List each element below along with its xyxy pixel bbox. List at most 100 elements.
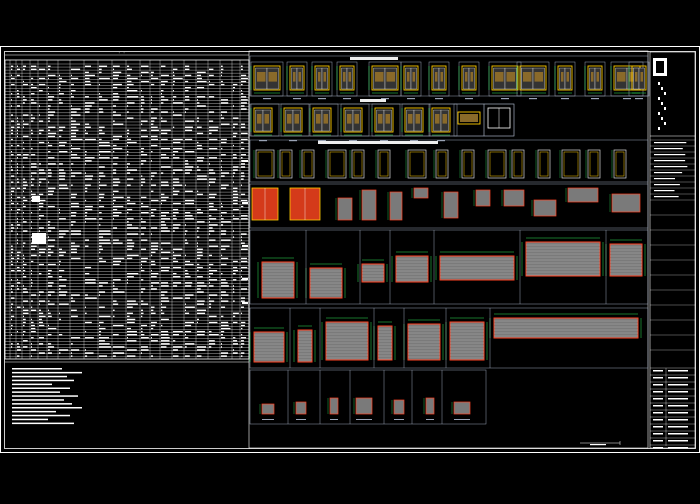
schedule-cell-text [39,202,44,205]
schedule-cell-text [23,190,24,193]
schedule-cell-text [197,221,205,223]
schedule-cell-text [161,212,170,214]
schedule-cell-text [99,68,102,71]
schedule-cell-text [39,83,46,86]
vertical-text-mark [661,87,663,90]
schedule-cell-text [48,65,51,67]
schedule-cell-text [221,327,231,330]
schedule-cell-text [161,80,168,83]
schedule-cell-text [221,218,224,220]
schedule-cell-text [31,68,37,71]
schedule-cell-text [209,279,218,281]
schedule-cell-text [127,276,134,278]
schedule-cell-text [59,276,62,278]
row-3-caption [318,141,438,144]
title-label [653,405,663,407]
schedule-cell-text [31,163,37,165]
schedule-cell-text [99,138,102,141]
schedule-cell-text [197,126,202,128]
schedule-cell-text [241,327,243,330]
schedule-cell-text [113,352,125,354]
schedule-cell-text [161,334,169,336]
schedule-cell-text [11,175,15,177]
schedule-cell-text [197,175,207,177]
schedule-cell-text [221,315,224,318]
schedule-cell-text [113,208,118,211]
schedule-cell-text [233,236,235,238]
schedule-cell-text [11,285,14,287]
schedule-cell-text [151,260,155,263]
schedule-cell-text [209,306,211,308]
schedule-cell-text [113,309,115,311]
schedule-cell-text [161,297,169,299]
schedule-cell-text [23,65,27,67]
small-window [355,397,373,415]
schedule-cell-text [161,343,170,345]
schedule-cell-text [59,285,66,287]
door-panel [264,114,269,124]
unit-label [501,98,509,100]
schedule-cell-text [85,355,88,357]
schedule-cell-text [59,141,67,144]
schedule-cell-text [99,132,105,135]
schedule-cell-text [197,269,199,272]
schedule-cell-text [71,108,81,110]
schedule-cell-text [85,184,91,186]
schedule-cell-text [173,297,183,299]
schedule-cell-text [17,163,19,165]
door-panel [323,114,328,124]
schedule-cell-text [85,172,86,174]
schedule-cell-text [241,266,248,269]
small-shutter [389,191,403,221]
vertical-text-mark [658,127,660,130]
schedule-cell-text [11,166,12,168]
schedule-cell-text [241,178,244,180]
schedule-cell-text [23,154,29,156]
schedule-cell-text [221,117,225,119]
schedule-cell-text [71,251,77,254]
schedule-cell-text [11,303,14,305]
schedule-cell-text [23,340,28,342]
schedule-cell-text [185,166,194,168]
schedule-cell-text [127,199,130,202]
schedule-cell-text [23,346,28,348]
schedule-cell-text [209,230,215,232]
schedule-cell-text [23,254,24,257]
title-text [654,154,686,156]
schedule-cell-text [173,260,179,263]
schedule-cell-text [161,285,169,287]
unit-label [343,98,351,100]
schedule-cell-text [197,120,199,122]
title-value [668,419,688,421]
schedule-cell-text [241,65,243,67]
schedule-cell-text [185,111,186,113]
schedule-cell-text [71,83,75,86]
schedule-cell-text [48,239,56,241]
schedule-cell-text [71,309,77,311]
schedule-cell-text [48,303,55,305]
schedule-cell-text [185,80,189,83]
schedule-cell-text [151,208,157,211]
schedule-cell-text [221,321,229,324]
schedule-cell-text [161,184,169,186]
schedule-cell-text [99,230,111,232]
schedule-cell-text [197,141,199,144]
schedule-cell-text [71,169,72,171]
schedule-cell-text [11,190,15,193]
schedule-cell-text [185,65,190,67]
schedule-cell-text [141,279,144,281]
title-text [654,178,675,180]
schedule-cell-text [241,239,242,241]
note-line [12,414,70,417]
schedule-cell-text [39,105,40,107]
schedule-cell-text [99,260,107,263]
door-panel [293,72,296,82]
door-panel [440,72,443,82]
schedule-cell-text [71,132,77,135]
schedule-cell-text [221,282,228,284]
schedule-cell-text [99,334,101,336]
schedule-cell-text [161,99,169,101]
schedule-cell-text [39,309,42,311]
title-label [653,398,663,400]
schedule-cell-text [71,202,79,205]
